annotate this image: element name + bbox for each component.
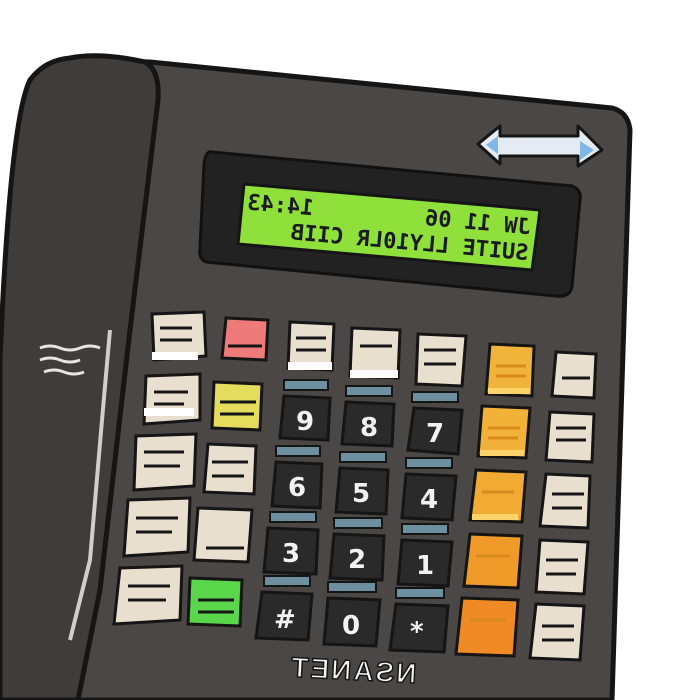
key-6-label: 6	[288, 473, 306, 503]
feature-button-3	[414, 332, 468, 388]
key-0-label: 0	[342, 611, 360, 641]
desk-phone-illustration: JW 11 06 14:43 SUITE LLY10LR CIIB 9 8 7 …	[0, 53, 633, 700]
key-1-label: 1	[416, 551, 434, 581]
key-4-label: 4	[420, 485, 438, 515]
key-3-label: 3	[282, 539, 300, 569]
key-hash-label: #	[274, 605, 296, 635]
line-button-5	[112, 564, 184, 626]
line-button-2	[142, 372, 202, 426]
key-star-label: *	[410, 617, 424, 647]
key-9-label: 9	[296, 407, 314, 437]
cream-button-c2-4	[192, 506, 254, 564]
yellow-button	[210, 380, 264, 432]
right-button-3	[538, 472, 592, 530]
red-button	[220, 316, 270, 362]
right-button-5	[528, 602, 586, 662]
key-8-label: 8	[360, 413, 378, 443]
line-button-3	[132, 432, 198, 492]
function-button-5	[454, 596, 520, 658]
cream-button-c2-3	[202, 442, 258, 496]
right-button-1	[550, 350, 598, 400]
right-button-4	[534, 538, 590, 596]
green-button	[186, 576, 244, 628]
key-7-label: 7	[426, 419, 444, 449]
key-2-label: 2	[348, 545, 366, 575]
right-button-2	[544, 410, 596, 464]
function-button-4	[462, 532, 524, 590]
key-5-label: 5	[352, 479, 370, 509]
line-button-4	[122, 496, 192, 558]
